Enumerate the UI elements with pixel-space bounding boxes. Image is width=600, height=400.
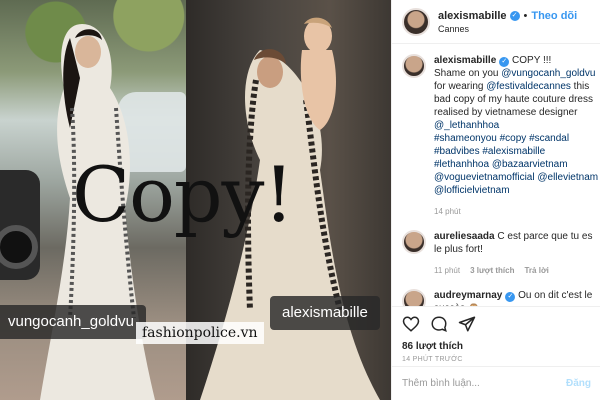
reply-button[interactable]: Trả lời: [524, 264, 548, 277]
verified-badge-icon: ✓: [509, 10, 520, 21]
comments-section[interactable]: alexismabille ✓ COPY !!! Shame on you @vu…: [392, 44, 600, 306]
mention-link[interactable]: @festivaldecannes: [486, 81, 571, 92]
tag-vungocanh[interactable]: vungocanh_goldvu: [0, 305, 146, 339]
avatar[interactable]: [402, 54, 426, 78]
caption-time: 14 phút: [434, 207, 461, 216]
caption-meta: 14 phút: [434, 205, 600, 218]
mention-link[interactable]: @_lethanhhoa: [434, 120, 499, 131]
likes-count[interactable]: 86 lượt thích: [402, 341, 591, 352]
post-timestamp: 14 PHÚT TRƯỚC: [402, 356, 463, 363]
caption-text: Shame on you: [434, 68, 502, 79]
watermark: fashionpolice.vn: [136, 322, 264, 344]
heart-icon[interactable]: [402, 315, 420, 333]
post-panel: alexismabille ✓ • Theo dõi Cannes alexis…: [391, 0, 600, 400]
avatar[interactable]: [402, 230, 426, 254]
comment-likes[interactable]: 3 lượt thích: [470, 264, 514, 277]
mention-link[interactable]: @vungocanh_goldvu: [501, 68, 595, 79]
caption-text: COPY !!!: [509, 55, 552, 66]
caption-username[interactable]: alexismabille: [434, 55, 496, 66]
hashtags[interactable]: #shameonyou #copy #scandal #badvibes #al…: [434, 133, 598, 196]
verified-badge-icon: ✓: [505, 292, 516, 302]
location-link[interactable]: Cannes: [438, 24, 577, 34]
comment-username[interactable]: aureliesaada: [434, 231, 495, 242]
verified-badge-icon: ✓: [499, 57, 510, 67]
avatar[interactable]: [402, 7, 430, 36]
avatar[interactable]: [402, 289, 426, 306]
comment-time: 11 phút: [434, 266, 461, 275]
comment-item: audreymarnay✓ Ou on dit c'est le succès …: [402, 289, 600, 306]
post-actions: 86 lượt thích 14 PHÚT TRƯỚC: [392, 306, 600, 363]
header-username[interactable]: alexismabille: [438, 10, 507, 22]
caption-text: for wearing: [434, 81, 487, 92]
comment-username[interactable]: audreymarnay: [434, 290, 502, 301]
follow-button[interactable]: Theo dõi: [531, 10, 577, 22]
comment-meta: 11 phút 3 lượt thích Trả lời: [434, 264, 600, 277]
separator-dot: •: [523, 9, 528, 22]
post-media[interactable]: Copy! vungocanh_goldvu alexismabille fas…: [0, 0, 391, 400]
caption: alexismabille ✓ COPY !!! Shame on you @vu…: [402, 54, 600, 218]
comment-icon[interactable]: [430, 315, 448, 333]
comment-item: aureliesaada C est parce que tu es le pl…: [402, 230, 600, 277]
copy-overlay-text: Copy!: [72, 150, 294, 239]
comment-input[interactable]: [402, 378, 566, 389]
add-comment-bar: Đăng: [392, 366, 600, 400]
post-comment-button[interactable]: Đăng: [566, 378, 591, 389]
post-header: alexismabille ✓ • Theo dõi Cannes: [392, 0, 600, 44]
tag-alexismabille[interactable]: alexismabille: [270, 296, 380, 330]
share-icon[interactable]: [458, 315, 476, 333]
